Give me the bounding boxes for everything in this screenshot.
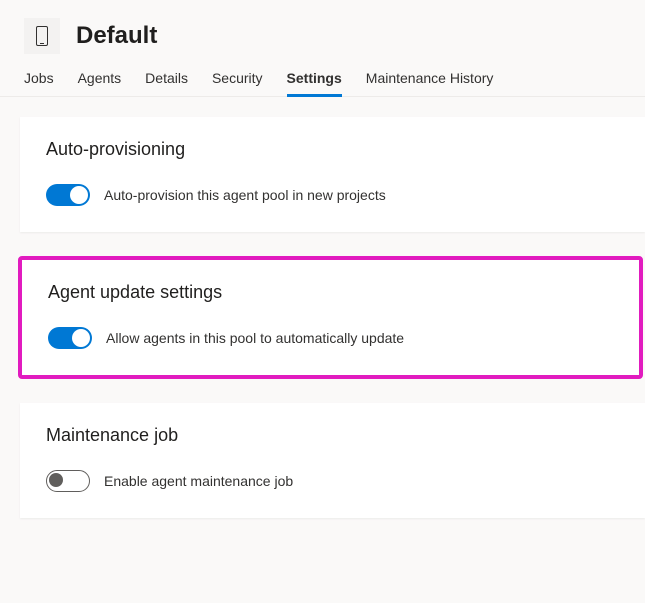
auto-provisioning-title: Auto-provisioning [46, 139, 619, 160]
maintenance-job-toggle-label: Enable agent maintenance job [104, 473, 293, 489]
auto-provision-toggle-label: Auto-provision this agent pool in new pr… [104, 187, 386, 203]
maintenance-job-toggle[interactable] [46, 470, 90, 492]
agent-update-title: Agent update settings [48, 282, 613, 303]
agent-update-card: Agent update settings Allow agents in th… [22, 260, 639, 375]
auto-provisioning-card: Auto-provisioning Auto-provision this ag… [20, 117, 645, 232]
agent-update-toggle-label: Allow agents in this pool to automatical… [106, 330, 404, 346]
tab-maintenance-history[interactable]: Maintenance History [366, 70, 494, 96]
auto-provision-toggle[interactable] [46, 184, 90, 206]
maintenance-job-title: Maintenance job [46, 425, 619, 446]
tab-settings[interactable]: Settings [287, 70, 342, 96]
page-title: Default [76, 22, 157, 50]
agent-pool-icon [24, 18, 60, 54]
agent-update-highlight: Agent update settings Allow agents in th… [18, 256, 643, 379]
agent-update-toggle[interactable] [48, 327, 92, 349]
maintenance-job-card: Maintenance job Enable agent maintenance… [20, 403, 645, 518]
tab-bar: Jobs Agents Details Security Settings Ma… [0, 60, 645, 97]
tab-details[interactable]: Details [145, 70, 188, 96]
tab-security[interactable]: Security [212, 70, 263, 96]
tab-agents[interactable]: Agents [78, 70, 122, 96]
tab-jobs[interactable]: Jobs [24, 70, 54, 96]
